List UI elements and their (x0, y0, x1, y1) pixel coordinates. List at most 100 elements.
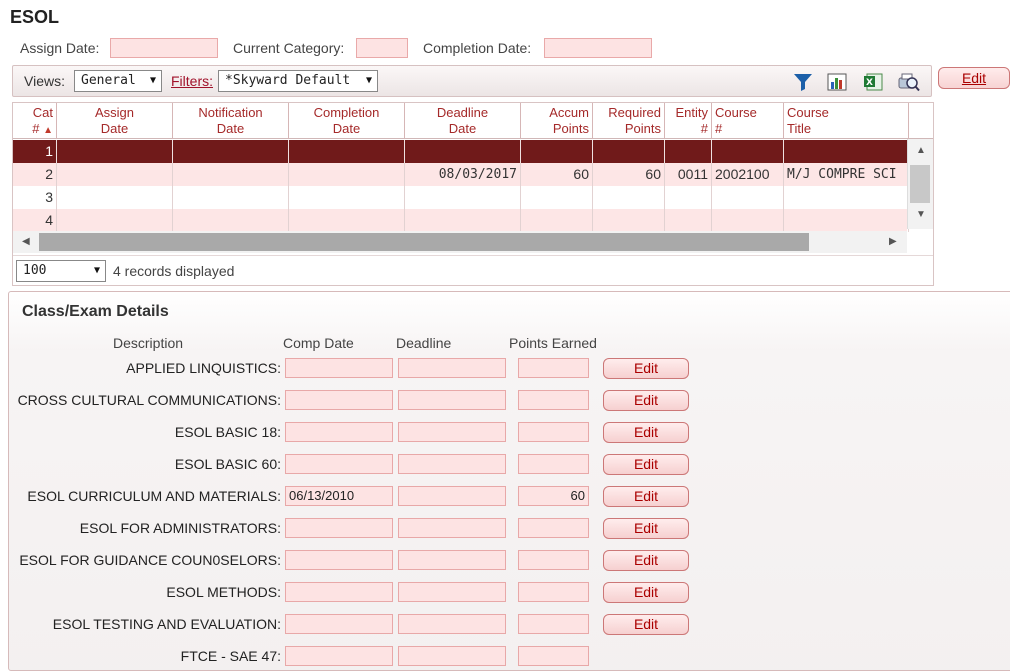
chevron-down-icon: ▼ (149, 75, 156, 86)
cell-entity (665, 209, 712, 232)
comp-date-field[interactable]: 06/13/2010 (285, 486, 393, 506)
comp-date-field[interactable] (285, 518, 393, 538)
comp-date-field[interactable] (285, 582, 393, 602)
detail-row: CROSS CULTURAL COMMUNICATIONS: Edit (9, 390, 709, 412)
comp-date-field[interactable] (285, 614, 393, 634)
deadline-field[interactable] (398, 550, 506, 570)
cell-course-title (784, 209, 909, 232)
scroll-down-icon[interactable]: ▼ (916, 209, 926, 220)
header-line: Date (216, 121, 245, 136)
scroll-right-icon[interactable]: ▶ (889, 236, 897, 247)
header-line: Deadline (436, 105, 489, 120)
points-earned-field[interactable] (518, 358, 589, 378)
comp-date-field[interactable] (285, 550, 393, 570)
deadline-field[interactable] (398, 582, 506, 602)
points-earned-field[interactable] (518, 390, 589, 410)
points-earned-field[interactable] (518, 454, 589, 474)
filters-link[interactable]: Filters: (171, 73, 213, 89)
detail-row-label: ESOL BASIC 18: (174, 424, 281, 440)
cell-course-number (712, 209, 784, 232)
detail-row-label: ESOL FOR ADMINISTRATORS: (79, 520, 281, 536)
cell-required-points: 60 (593, 163, 665, 186)
points-earned-field[interactable] (518, 646, 589, 666)
edit-row-button[interactable]: Edit (603, 486, 689, 507)
comp-date-field[interactable] (285, 422, 393, 442)
header-line: Assign (94, 105, 135, 120)
deadline-field[interactable] (398, 390, 506, 410)
deadline-field[interactable] (398, 646, 506, 666)
comp-date-field[interactable] (285, 646, 393, 666)
column-header-cat[interactable]: Cat # ▲ (13, 103, 57, 139)
cell-required-points (593, 186, 665, 209)
cell-cat: 1 (13, 140, 57, 163)
records-grid: Cat # ▲ Assign Date Notification Date Comp… (12, 102, 934, 286)
header-line: Required (608, 105, 661, 120)
views-select[interactable]: General ▼ (74, 70, 162, 92)
edit-row-button[interactable]: Edit (603, 390, 689, 411)
column-header-required-points[interactable]: Required Points (593, 103, 665, 139)
detail-row-label: ESOL FOR GUIDANCE COUN0SELORS: (19, 552, 281, 568)
comp-date-field[interactable] (285, 358, 393, 378)
edit-row-button[interactable]: Edit (603, 582, 689, 603)
points-earned-field[interactable] (518, 518, 589, 538)
table-row[interactable]: 1 (13, 140, 909, 163)
scroll-left-icon[interactable]: ◀ (22, 236, 30, 247)
edit-button[interactable]: Edit (938, 67, 1010, 89)
deadline-field[interactable] (398, 518, 506, 538)
column-header-course-title[interactable]: Course Title (784, 103, 909, 139)
edit-row-button[interactable]: Edit (603, 550, 689, 571)
points-earned-field[interactable] (518, 422, 589, 442)
comp-date-field[interactable] (285, 454, 393, 474)
horizontal-scrollbar[interactable]: ◀ ▶ (13, 231, 907, 253)
column-header-accum-points[interactable]: Accum Points (521, 103, 593, 139)
excel-icon[interactable]: X (862, 72, 884, 92)
cell-completion-date (289, 209, 405, 232)
table-row[interactable]: 3 (13, 186, 909, 209)
edit-row-button[interactable]: Edit (603, 422, 689, 443)
column-header-assign-date[interactable]: Assign Date (57, 103, 173, 139)
deadline-field[interactable] (398, 614, 506, 634)
points-earned-field[interactable]: 60 (518, 486, 589, 506)
chevron-down-icon: ▼ (93, 265, 100, 276)
cell-cat: 3 (13, 186, 57, 209)
edit-row-button[interactable]: Edit (603, 454, 689, 475)
detail-row-label: FTCE - SAE 47: (180, 648, 281, 664)
column-header-entity[interactable]: Entity # (665, 103, 712, 139)
detail-row-label: CROSS CULTURAL COMMUNICATIONS: (17, 392, 281, 408)
scroll-thumb[interactable] (39, 233, 809, 251)
edit-row-button[interactable]: Edit (603, 614, 689, 635)
chart-icon[interactable] (826, 72, 848, 92)
table-row[interactable]: 4 (13, 209, 909, 232)
cell-assign-date (57, 140, 173, 163)
cell-completion-date (289, 140, 405, 163)
deadline-field[interactable] (398, 454, 506, 474)
scroll-thumb[interactable] (910, 165, 930, 203)
edit-row-button[interactable]: Edit (603, 518, 689, 539)
table-row[interactable]: 2 08/03/2017 60 60 0011 2002100 M/J COMPRE SCI (13, 163, 909, 186)
header-line: Points (624, 121, 661, 136)
deadline-field[interactable] (398, 422, 506, 442)
detail-row: APPLIED LINQUISTICS: Edit (9, 358, 709, 380)
points-earned-field[interactable] (518, 614, 589, 634)
page-size-select[interactable]: 100 ▼ (16, 260, 106, 282)
scroll-up-icon[interactable]: ▲ (916, 145, 926, 156)
cell-accum-points (521, 186, 593, 209)
filter-icon[interactable] (792, 72, 814, 92)
points-earned-field[interactable] (518, 550, 589, 570)
vertical-scrollbar[interactable]: ▲ ▼ (907, 139, 933, 229)
column-header-deadline-date[interactable]: Deadline Date (405, 103, 521, 139)
header-line: Date (448, 121, 477, 136)
cell-assign-date (57, 163, 173, 186)
edit-row-button[interactable]: Edit (603, 358, 689, 379)
column-header-completion-date[interactable]: Completion Date (289, 103, 405, 139)
filters-select[interactable]: *Skyward Default ▼ (218, 70, 378, 92)
comp-date-field[interactable] (285, 390, 393, 410)
deadline-field[interactable] (398, 486, 506, 506)
deadline-field[interactable] (398, 358, 506, 378)
print-preview-icon[interactable] (897, 72, 920, 92)
column-header-course-number[interactable]: Course # (712, 103, 784, 139)
column-header-notification-date[interactable]: Notification Date (173, 103, 289, 139)
header-line: Completion (313, 105, 380, 120)
cell-accum-points (521, 209, 593, 232)
points-earned-field[interactable] (518, 582, 589, 602)
